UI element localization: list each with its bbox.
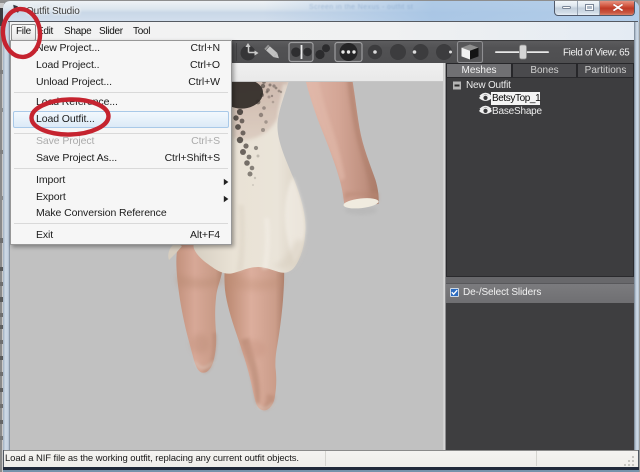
svg-text:Field of View: 65: Field of View: 65 <box>563 48 630 59</box>
